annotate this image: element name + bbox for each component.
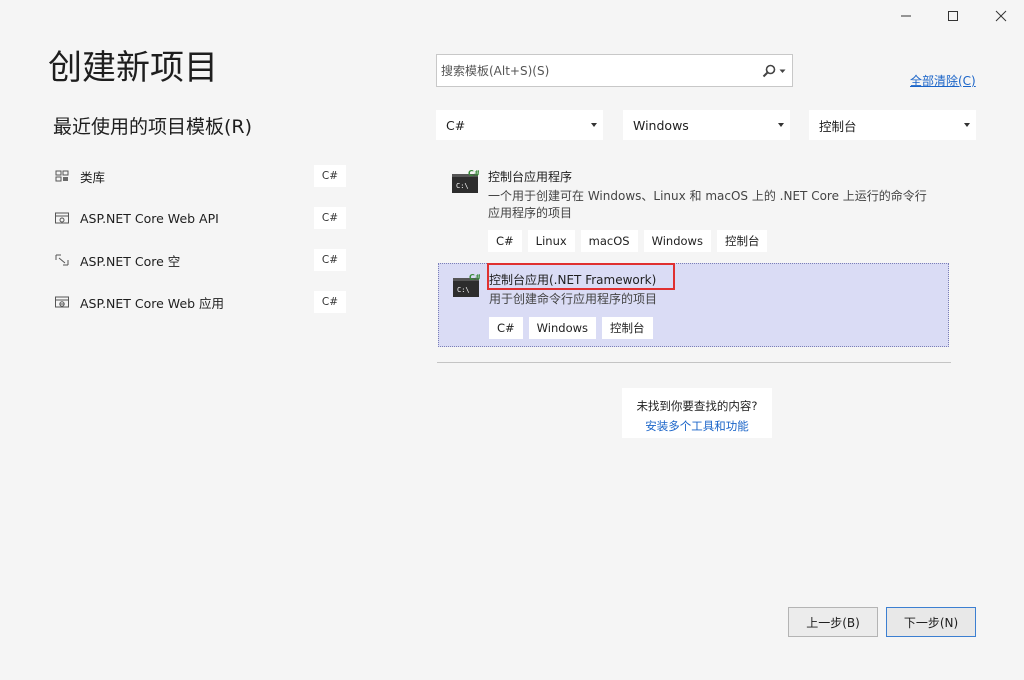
template-description: 用于创建命令行应用程序的项目 — [489, 292, 658, 306]
tag: 控制台 — [716, 230, 768, 252]
divider — [437, 362, 951, 363]
recent-item-label: 类库 — [80, 169, 106, 185]
highlight-box — [487, 263, 675, 290]
recent-item-label: ASP.NET Core 空 — [80, 253, 181, 269]
web-app-icon — [55, 296, 69, 308]
recent-item-label: ASP.NET Core Web 应用 — [80, 295, 225, 311]
chevron-down-icon — [591, 123, 597, 127]
chevron-down-icon — [964, 123, 970, 127]
back-button[interactable]: 上一步(B) — [788, 607, 878, 637]
tag: Windows — [528, 317, 597, 339]
not-found-question: 未找到你要查找的内容? — [636, 399, 758, 413]
empty-web-icon — [55, 254, 69, 266]
template-description: 一个用于创建可在 Windows、Linux 和 macOS 上的 .NET C… — [488, 189, 927, 220]
next-button[interactable]: 下一步(N) — [886, 607, 976, 637]
template-console-app[interactable]: C:\ C# 控制台应用程序 一个用于创建可在 Windows、Linux 和 … — [438, 160, 949, 258]
language-filter-select[interactable]: C# — [436, 110, 603, 140]
clear-all-link[interactable]: 全部清除(C) — [910, 72, 976, 89]
template-search-box[interactable] — [436, 54, 793, 87]
close-icon — [995, 10, 1007, 22]
install-tools-link[interactable]: 安装多个工具和功能 — [622, 418, 772, 434]
language-badge: C# — [314, 249, 346, 271]
template-name: 控制台应用程序 — [488, 170, 573, 184]
tag: C# — [489, 317, 523, 339]
svg-text:C:\: C:\ — [456, 182, 469, 190]
maximize-icon — [948, 11, 958, 21]
console-app-icon: C:\ C# — [452, 169, 479, 193]
recent-item-empty-core[interactable]: ASP.NET Core 空 C# — [54, 248, 346, 272]
svg-text:C#: C# — [468, 169, 479, 178]
tag: macOS — [580, 230, 638, 252]
recent-item-label: ASP.NET Core Web API — [80, 210, 219, 226]
page-title: 创建新项目 — [48, 48, 218, 88]
web-api-icon — [55, 212, 69, 224]
template-tags: C# Windows 控制台 — [489, 317, 653, 339]
tag: C# — [488, 230, 522, 252]
recent-templates-heading: 最近使用的项目模板(R) — [53, 116, 253, 138]
svg-text:C#: C# — [469, 273, 480, 282]
not-found-panel: 未找到你要查找的内容? 安装多个工具和功能 — [622, 388, 772, 438]
language-badge: C# — [314, 207, 346, 229]
maximize-button[interactable] — [935, 4, 971, 28]
chevron-down-icon — [779, 69, 786, 73]
recent-item-web-app[interactable]: ASP.NET Core Web 应用 C# — [54, 290, 346, 314]
tag: 控制台 — [602, 317, 653, 339]
recent-item-web-api[interactable]: ASP.NET Core Web API C# — [54, 206, 346, 230]
svg-text:C:\: C:\ — [457, 286, 470, 294]
class-library-icon — [55, 170, 69, 182]
chevron-down-icon — [778, 123, 784, 127]
language-filter-value: C# — [446, 117, 466, 133]
language-badge: C# — [314, 165, 346, 187]
close-button[interactable] — [983, 4, 1019, 28]
console-app-icon: C:\ C# — [453, 273, 480, 297]
platform-filter-value: Windows — [633, 117, 689, 133]
language-badge: C# — [314, 291, 346, 313]
search-icon — [762, 64, 776, 78]
search-options-button[interactable] — [762, 63, 788, 79]
minimize-button[interactable] — [888, 4, 924, 28]
minimize-icon — [901, 15, 911, 17]
template-tags: C# Linux macOS Windows 控制台 — [488, 230, 768, 252]
project-type-filter-select[interactable]: 控制台 — [809, 110, 976, 140]
tag: Windows — [643, 230, 711, 252]
recent-item-class-library[interactable]: 类库 C# — [54, 164, 346, 188]
search-input[interactable] — [441, 55, 751, 86]
platform-filter-select[interactable]: Windows — [623, 110, 790, 140]
project-type-filter-value: 控制台 — [819, 118, 857, 134]
tag: Linux — [527, 230, 575, 252]
